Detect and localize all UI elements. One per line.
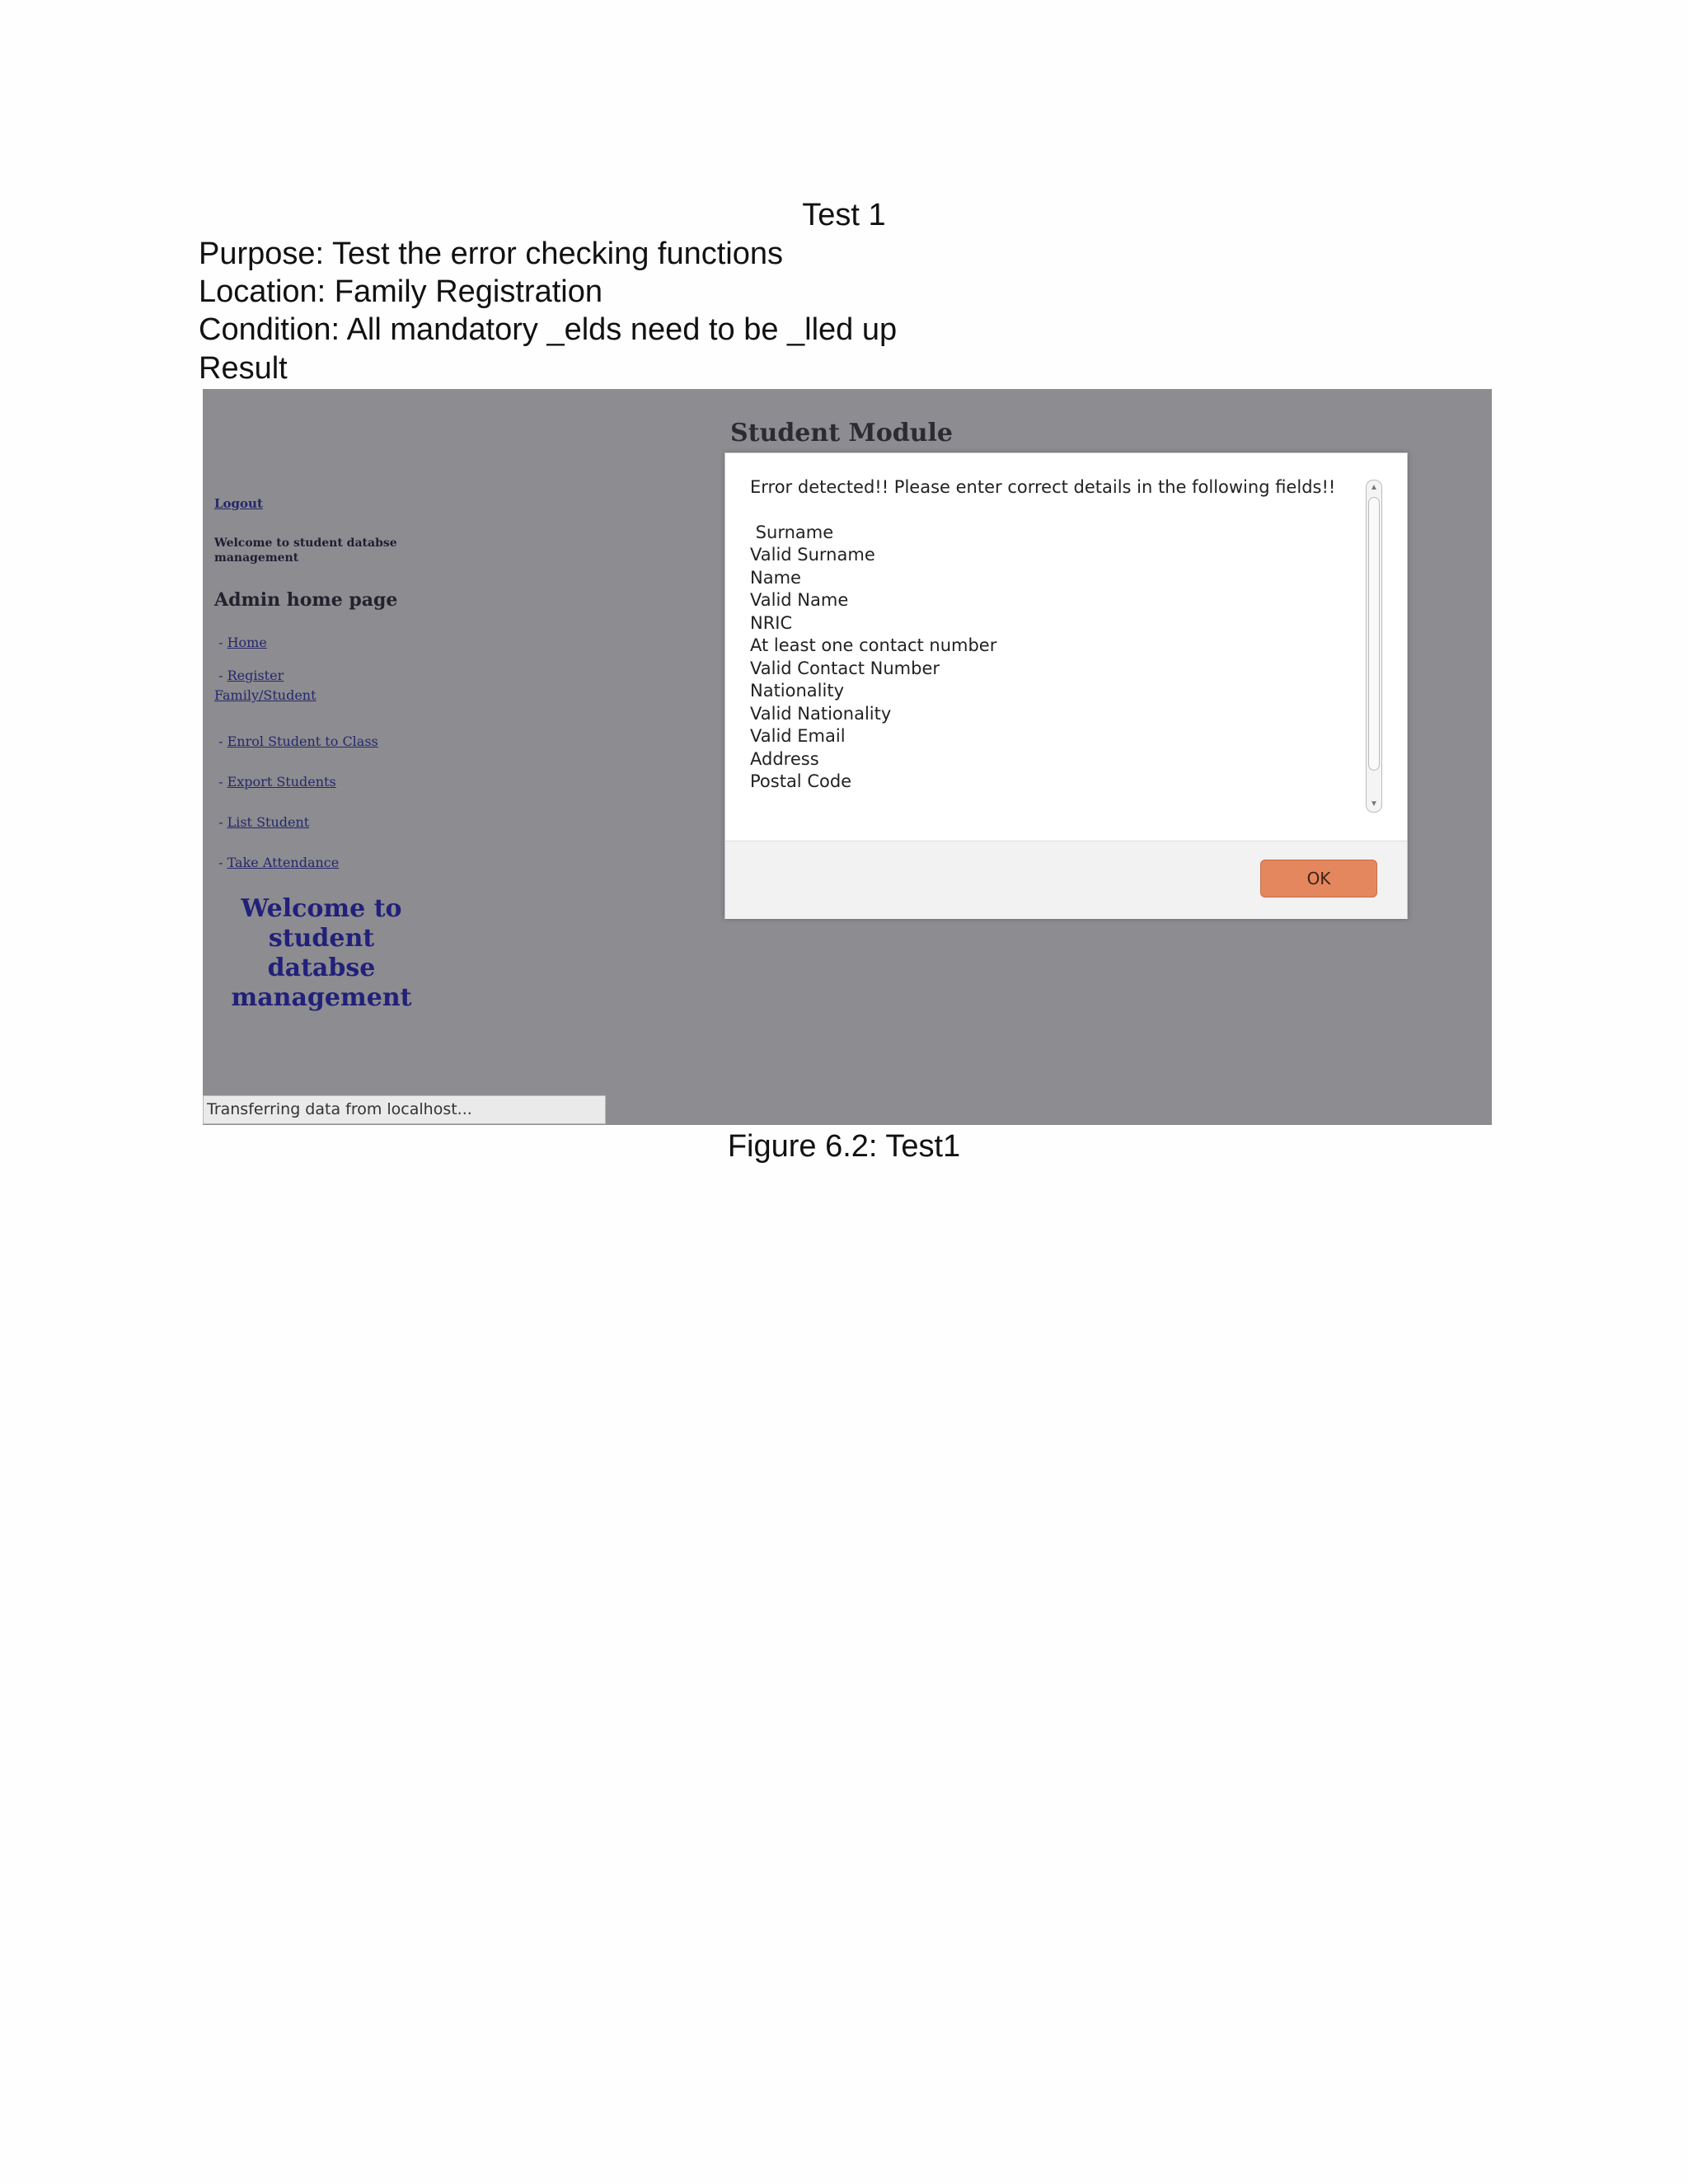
dialog-body: Error detected!! Please enter correct de…	[725, 453, 1407, 841]
nav-prefix: -	[218, 855, 227, 870]
nav-item-register[interactable]: - Register Family/Student	[214, 666, 354, 705]
nav-link-export[interactable]: Export Students	[227, 774, 336, 790]
nav-link-enrol[interactable]: Enrol Student to Class	[227, 733, 378, 749]
nav-link-list[interactable]: List Student	[227, 814, 310, 830]
nav-prefix: -	[218, 774, 227, 790]
nav-item-home[interactable]: - Home	[214, 633, 437, 653]
error-item: Surname	[750, 522, 834, 542]
result-label: Result	[199, 351, 288, 386]
nav-item-list[interactable]: - List Student	[214, 813, 437, 832]
location-line: Location: Family Registration	[199, 274, 603, 309]
error-item: NRIC	[750, 612, 793, 633]
scrollbar-thumb[interactable]	[1368, 497, 1380, 771]
error-item: Postal Code	[750, 771, 852, 791]
nav-item-enrol[interactable]: - Enrol Student to Class	[214, 732, 437, 752]
condition-line: Condition: All mandatory _elds need to b…	[199, 312, 898, 347]
admin-home-heading: Admin home page	[214, 589, 398, 611]
error-item: Valid Contact Number	[750, 658, 940, 678]
welcome-big-heading: Welcome to student databse management	[231, 894, 412, 1012]
error-item: Name	[750, 567, 801, 588]
error-item: Valid Name	[750, 590, 849, 610]
purpose-line: Purpose: Test the error checking functio…	[199, 237, 784, 271]
error-item: Valid Email	[750, 726, 846, 746]
error-item: Address	[750, 748, 819, 769]
nav-link-register[interactable]: Register Family/Student	[214, 668, 316, 703]
figure-caption: Figure 6.2: Test1	[727, 1129, 961, 1164]
ok-button[interactable]: OK	[1260, 860, 1377, 898]
nav-item-attendance[interactable]: - Take Attendance	[214, 853, 437, 873]
error-item: At least one contact number	[750, 635, 997, 655]
error-intro: Error detected!! Please enter correct de…	[750, 477, 1336, 497]
error-message: Error detected!! Please enter correct de…	[750, 476, 1360, 794]
dialog-scrollbar[interactable]: ▲ ▼	[1366, 480, 1382, 813]
nav-prefix: -	[218, 668, 227, 683]
error-item: Nationality	[750, 681, 845, 701]
document-title: Test 1	[802, 198, 886, 232]
nav-link-attendance[interactable]: Take Attendance	[227, 855, 340, 870]
error-item: Valid Nationality	[750, 703, 892, 724]
scroll-up-arrow-icon[interactable]: ▲	[1368, 482, 1380, 494]
screenshot-frame: Logout Welcome to student databse manage…	[203, 389, 1492, 1125]
error-dialog: Error detected!! Please enter correct de…	[724, 452, 1408, 919]
logout-link[interactable]: Logout	[214, 496, 263, 511]
dialog-footer: OK	[725, 841, 1407, 919]
nav-prefix: -	[218, 814, 227, 830]
module-title: Student Module	[730, 419, 953, 448]
nav-prefix: -	[218, 733, 227, 749]
welcome-small-text: Welcome to student databse management	[214, 537, 397, 565]
nav-prefix: -	[218, 635, 227, 650]
nav-item-export[interactable]: - Export Students	[214, 772, 437, 792]
error-item: Valid Surname	[750, 545, 875, 565]
scroll-down-arrow-icon[interactable]: ▼	[1368, 799, 1380, 810]
status-bar: Transferring data from localhost...	[203, 1095, 606, 1124]
nav-link-home[interactable]: Home	[227, 635, 267, 650]
